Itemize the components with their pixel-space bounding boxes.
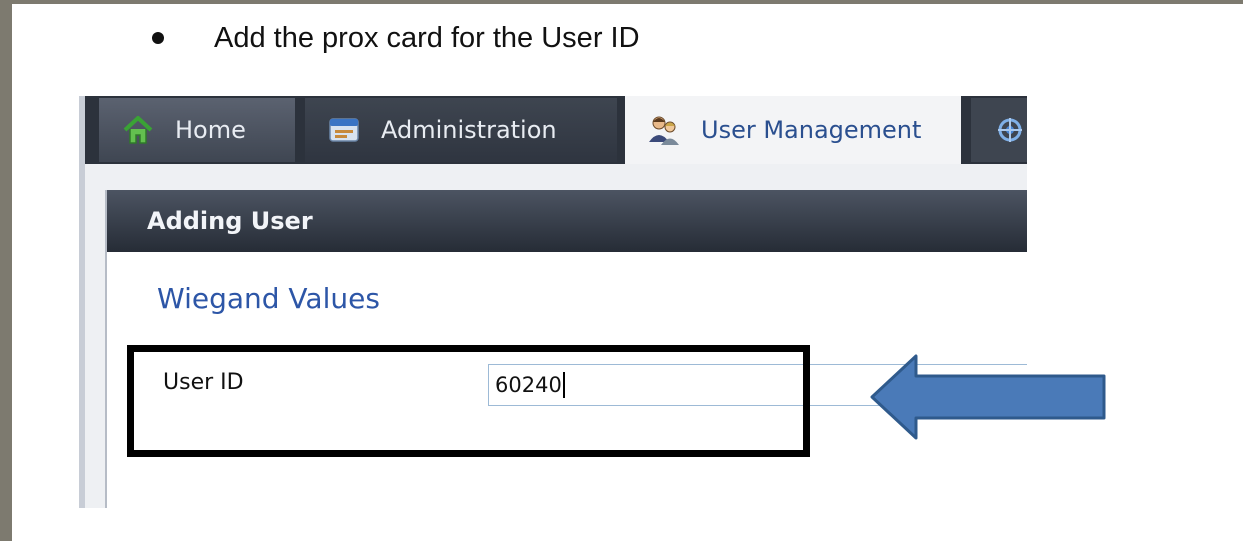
tab-user-management[interactable]: User Management xyxy=(625,96,961,164)
pointer-arrow-icon xyxy=(870,354,1106,440)
instruction-text: Add the prox card for the User ID xyxy=(214,21,640,54)
administration-icon xyxy=(327,113,361,147)
bullet-icon xyxy=(152,32,164,44)
instruction-bullet: Add the prox card for the User ID xyxy=(140,18,640,58)
highlight-box xyxy=(127,345,810,457)
users-icon xyxy=(647,113,681,147)
network-icon xyxy=(993,113,1027,147)
panel-title: Adding User xyxy=(107,190,1027,252)
section-title: Wiegand Values xyxy=(157,282,380,315)
tab-network[interactable] xyxy=(971,98,1027,162)
main-tab-bar: Home Administration User Management xyxy=(85,96,1027,164)
tab-home[interactable]: Home xyxy=(99,98,295,162)
tab-home-label: Home xyxy=(175,116,246,144)
tab-administration-label: Administration xyxy=(381,116,557,144)
tab-user-management-label: User Management xyxy=(701,116,922,144)
home-icon xyxy=(121,113,155,147)
tab-administration[interactable]: Administration xyxy=(305,98,617,162)
